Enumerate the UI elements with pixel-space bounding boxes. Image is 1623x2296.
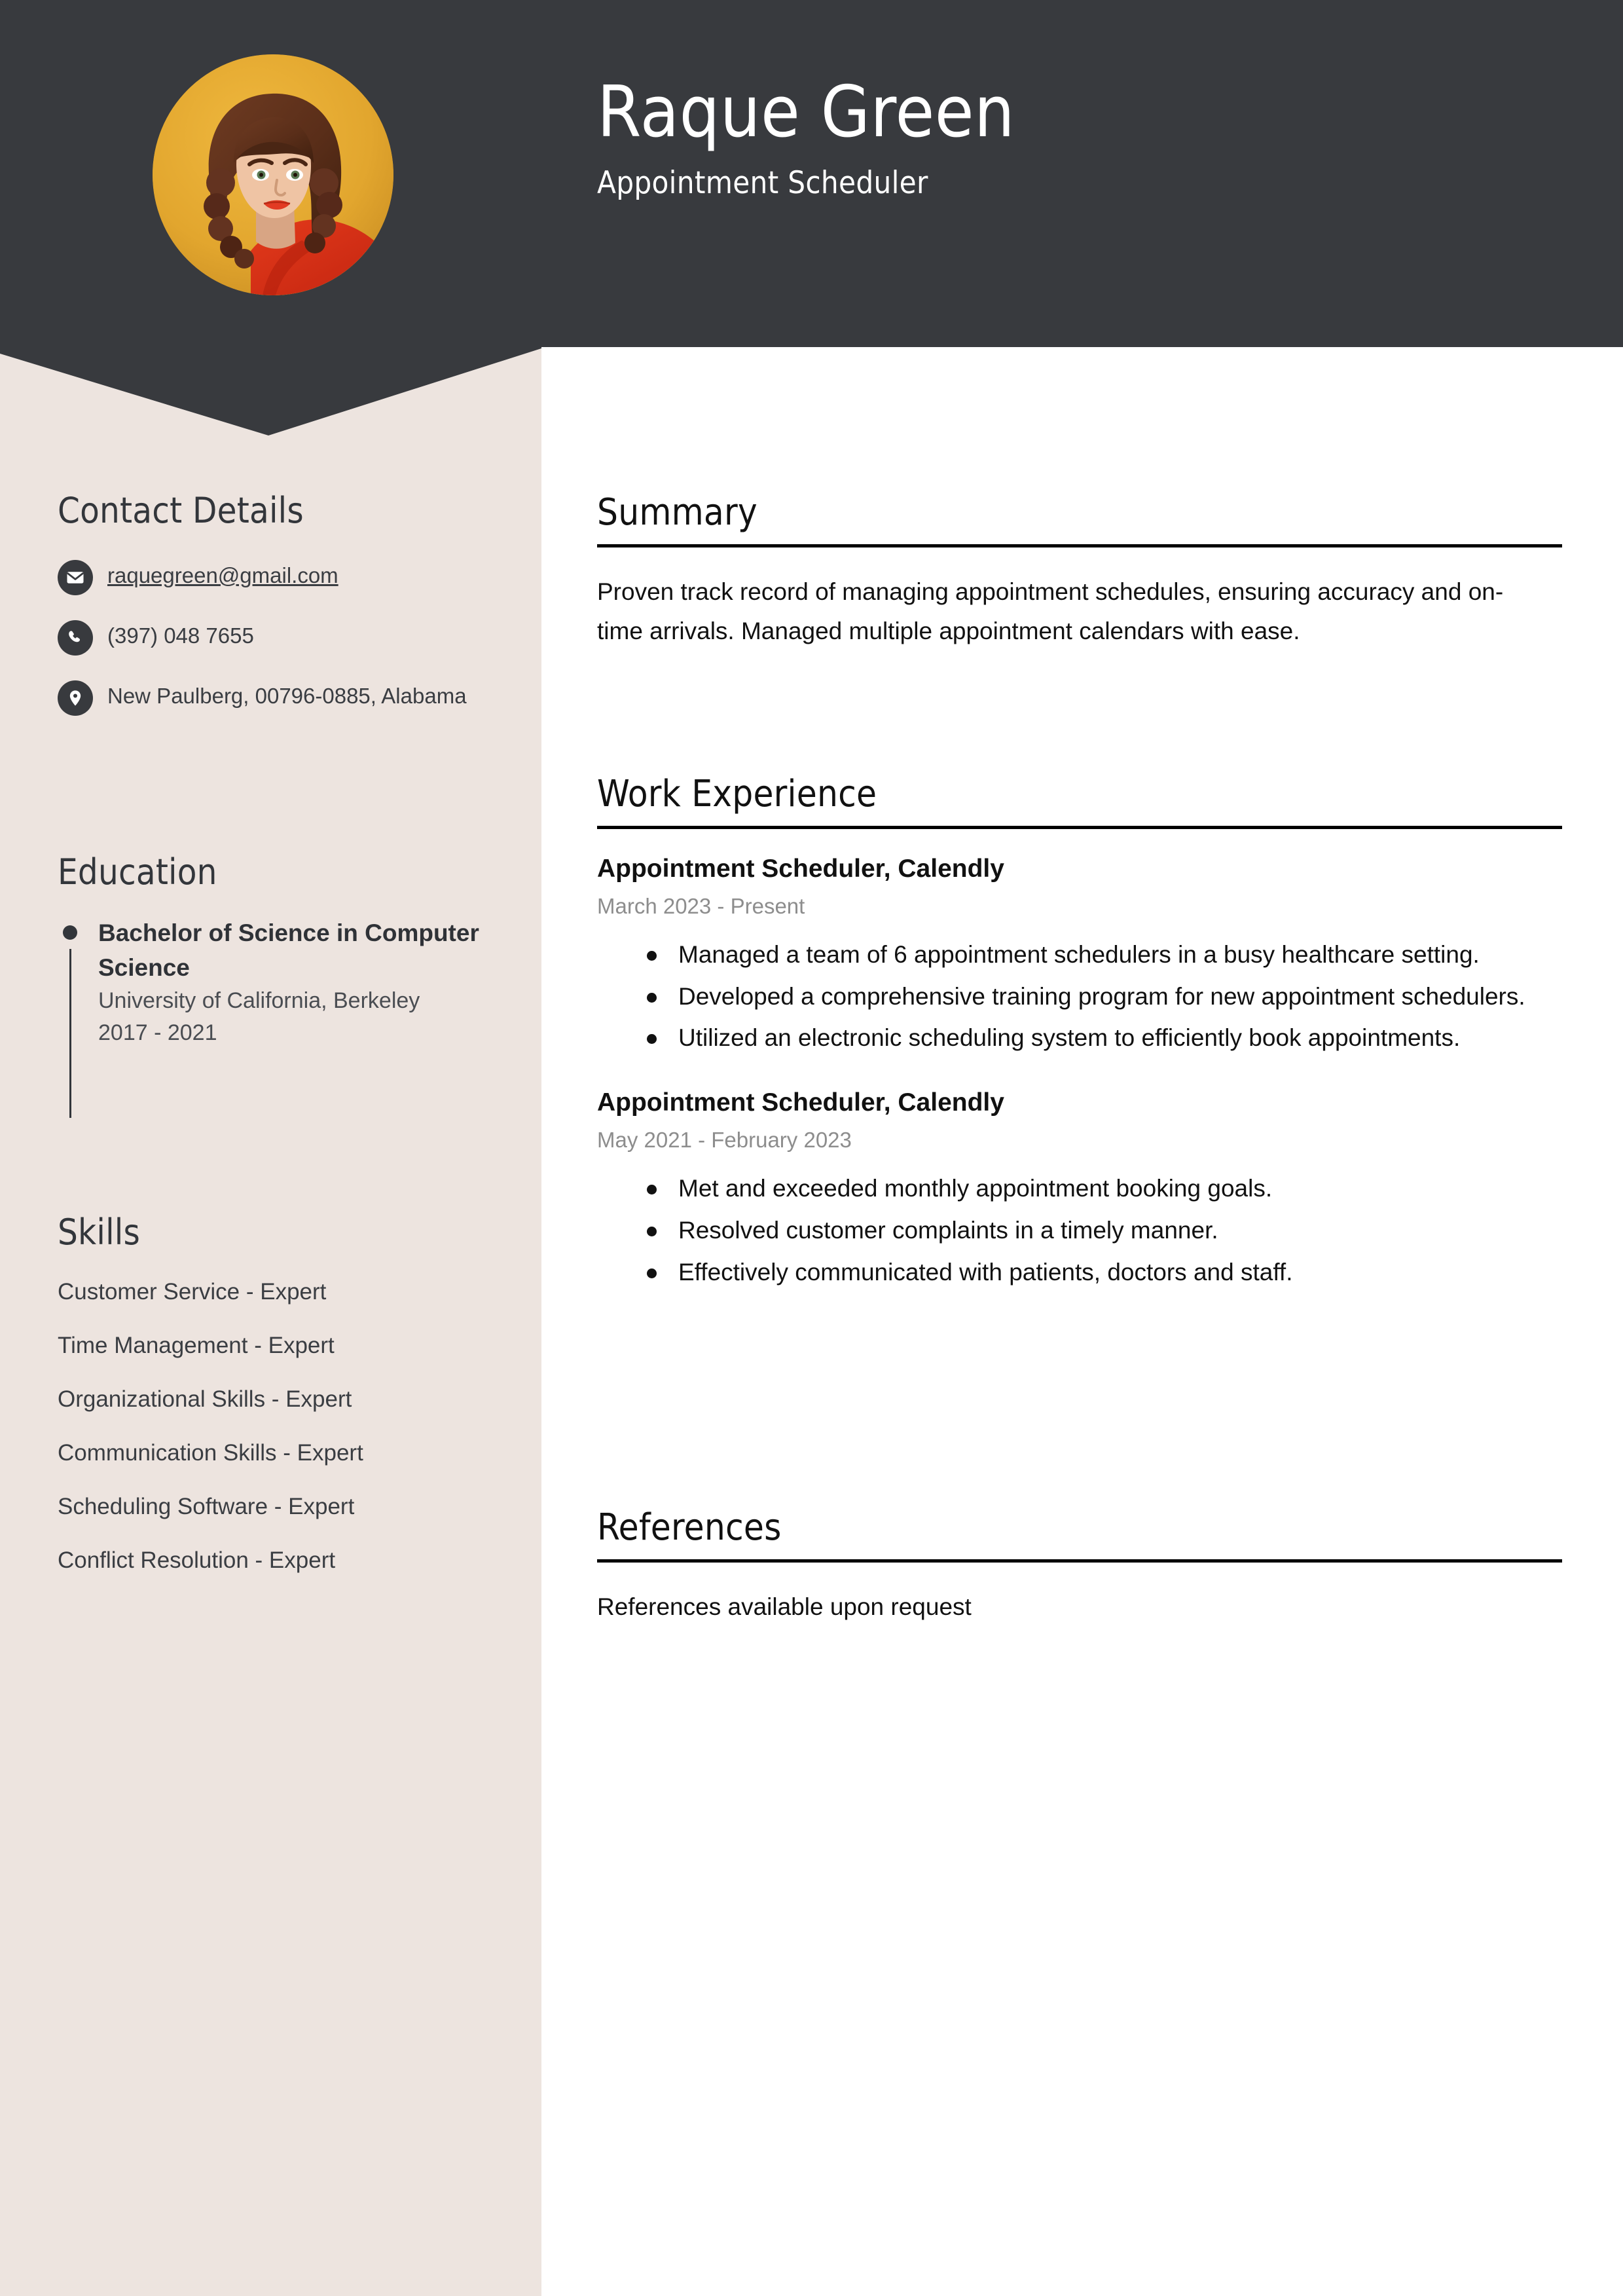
summary-section: Summary Proven track record of managing … — [597, 491, 1566, 651]
list-item: Developed a comprehensive training progr… — [647, 977, 1549, 1016]
timeline-line — [69, 949, 71, 1118]
envelope-icon — [58, 560, 93, 595]
email-value[interactable]: raquegreen@gmail.com — [107, 559, 338, 592]
education-list: Bachelor of Science in Computer Science … — [58, 916, 516, 1118]
address-value: New Paulberg, 00796-0885, Alabama — [107, 684, 467, 708]
list-item: Conflict Resolution - Expert — [58, 1547, 336, 1573]
references-section: References References available upon req… — [597, 1506, 1566, 1627]
section-divider — [597, 1559, 1562, 1563]
job-title: Appointment Scheduler, Calendly — [597, 1088, 1004, 1117]
resume-page: Raque Green Appointment Scheduler Contac… — [0, 0, 1623, 2296]
references-heading: References — [597, 1506, 782, 1549]
section-divider — [597, 826, 1562, 829]
education-item: Bachelor of Science in Computer Science … — [58, 916, 516, 1118]
job-bullet-list: Met and exceeded monthly appointment boo… — [597, 1169, 1566, 1292]
work-experience-heading: Work Experience — [597, 773, 877, 815]
job-entry: Appointment Scheduler, Calendly March 20… — [597, 853, 1566, 1058]
list-item: Scheduling Software - Expert — [58, 1494, 355, 1519]
summary-heading: Summary — [597, 491, 757, 534]
skills-list: Customer Service - Expert Time Managemen… — [58, 1279, 529, 1574]
portrait-photo-illustration — [153, 54, 393, 295]
job-title: Appointment Scheduler, Calendly — [597, 855, 1004, 883]
avatar — [153, 54, 393, 295]
job-title: Appointment Scheduler — [597, 165, 928, 202]
section-divider — [597, 544, 1562, 547]
list-item: Utilized an electronic scheduling system… — [647, 1018, 1549, 1058]
education-school: University of California, Berkeley — [98, 988, 420, 1014]
bullet-dot-icon — [63, 925, 77, 940]
skills-section: Skills Customer Service - Expert Time Ma… — [58, 1212, 529, 1601]
location-pin-icon — [58, 680, 93, 716]
page-title: Raque Green — [597, 71, 1015, 153]
list-item: Met and exceeded monthly appointment boo… — [647, 1169, 1549, 1208]
list-item: Managed a team of 6 appointment schedule… — [647, 935, 1549, 974]
education-section: Education Bachelor of Science in Compute… — [58, 851, 516, 1118]
list-item: Effectively communicated with patients, … — [647, 1253, 1549, 1292]
summary-text: Proven track record of managing appointm… — [597, 578, 1504, 644]
job-dates: March 2023 - Present — [597, 893, 805, 918]
list-item: Organizational Skills - Expert — [58, 1386, 352, 1412]
phone-value: (397) 048 7655 — [107, 623, 254, 648]
contact-details-heading: Contact Details — [58, 490, 304, 531]
job-dates: May 2021 - February 2023 — [597, 1128, 852, 1153]
job-entry: Appointment Scheduler, Calendly May 2021… — [597, 1086, 1566, 1291]
work-experience-list: Appointment Scheduler, Calendly March 20… — [597, 853, 1566, 1292]
contact-details-section: Contact Details raquegreen@gmail.com (39… — [58, 490, 516, 739]
contact-item-phone[interactable]: (397) 048 7655 — [58, 619, 516, 656]
list-item: Time Management - Expert — [58, 1333, 335, 1358]
work-experience-section: Work Experience Appointment Scheduler, C… — [597, 773, 1566, 1321]
skills-heading: Skills — [58, 1212, 140, 1253]
phone-icon — [58, 620, 93, 656]
education-dates: 2017 - 2021 — [98, 1020, 217, 1046]
education-heading: Education — [58, 851, 217, 893]
list-item: Customer Service - Expert — [58, 1279, 327, 1305]
education-degree: Bachelor of Science in Computer Science — [98, 919, 479, 981]
list-item: Resolved customer complaints in a timely… — [647, 1211, 1549, 1250]
header-text-group: Raque Green Appointment Scheduler — [597, 71, 1546, 202]
contact-list: raquegreen@gmail.com (397) 048 7655 New … — [58, 559, 516, 716]
contact-item-address[interactable]: New Paulberg, 00796-0885, Alabama — [58, 679, 516, 716]
contact-item-email[interactable]: raquegreen@gmail.com — [58, 559, 516, 595]
job-bullet-list: Managed a team of 6 appointment schedule… — [597, 935, 1566, 1058]
references-text: References available upon request — [597, 1593, 972, 1620]
list-item: Communication Skills - Expert — [58, 1440, 363, 1466]
